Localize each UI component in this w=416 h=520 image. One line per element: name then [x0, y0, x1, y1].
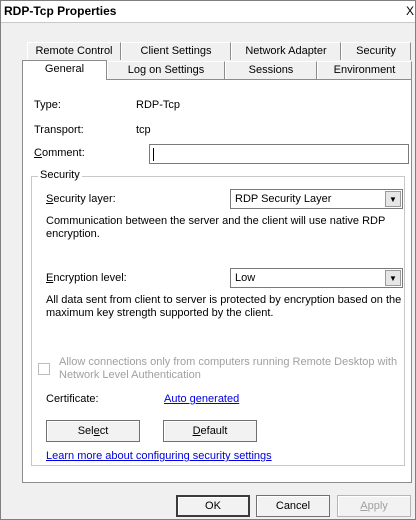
title-bar[interactable]: RDP-Tcp Properties X: [1, 1, 415, 23]
nla-checkbox[interactable]: [38, 363, 50, 375]
security-layer-label: Security layer:: [46, 193, 116, 205]
security-layer-value: RDP Security Layer: [235, 193, 332, 205]
security-group-title: Security: [38, 169, 82, 181]
tab-general[interactable]: General: [22, 60, 107, 80]
nla-checkbox-label: Allow connections only from computers ru…: [59, 356, 398, 381]
text-caret: [153, 148, 154, 161]
learn-more-link[interactable]: Learn more about configuring security se…: [46, 450, 272, 462]
ok-button[interactable]: OK: [176, 495, 250, 517]
cancel-button[interactable]: Cancel: [256, 495, 330, 517]
window-title: RDP-Tcp Properties: [4, 4, 117, 18]
certificate-link[interactable]: Auto generated: [164, 393, 239, 405]
encryption-level-description: All data sent from client to server is p…: [46, 294, 402, 319]
tab-remote-control[interactable]: Remote Control: [27, 42, 121, 60]
encryption-level-select[interactable]: Low ▼: [230, 268, 403, 288]
security-layer-description: Communication between the server and the…: [46, 215, 386, 240]
tab-network-adapter[interactable]: Network Adapter: [231, 42, 341, 60]
type-label: Type:: [34, 99, 61, 111]
encryption-level-label: Encryption level:: [46, 272, 127, 284]
tab-sessions[interactable]: Sessions: [225, 61, 317, 79]
transport-label: Transport:: [34, 124, 84, 136]
tab-log-on-settings[interactable]: Log on Settings: [107, 61, 225, 79]
chevron-down-icon[interactable]: ▼: [385, 270, 401, 286]
security-layer-select[interactable]: RDP Security Layer ▼: [230, 189, 403, 209]
certificate-label: Certificate:: [46, 393, 99, 405]
close-icon[interactable]: X: [403, 2, 415, 20]
default-button[interactable]: Default: [163, 420, 257, 442]
apply-button[interactable]: Apply: [337, 495, 411, 517]
tab-client-settings[interactable]: Client Settings: [121, 42, 231, 60]
comment-input[interactable]: [149, 144, 409, 164]
properties-dialog: RDP-Tcp Properties X Remote Control Clie…: [0, 0, 416, 520]
type-value: RDP-Tcp: [136, 99, 181, 111]
transport-value: tcp: [136, 124, 151, 136]
select-button[interactable]: Select: [46, 420, 140, 442]
comment-label: Comment:: [34, 147, 85, 159]
tab-security[interactable]: Security: [341, 42, 411, 60]
tab-environment[interactable]: Environment: [317, 61, 412, 79]
chevron-down-icon[interactable]: ▼: [385, 191, 401, 207]
encryption-level-value: Low: [235, 272, 256, 284]
